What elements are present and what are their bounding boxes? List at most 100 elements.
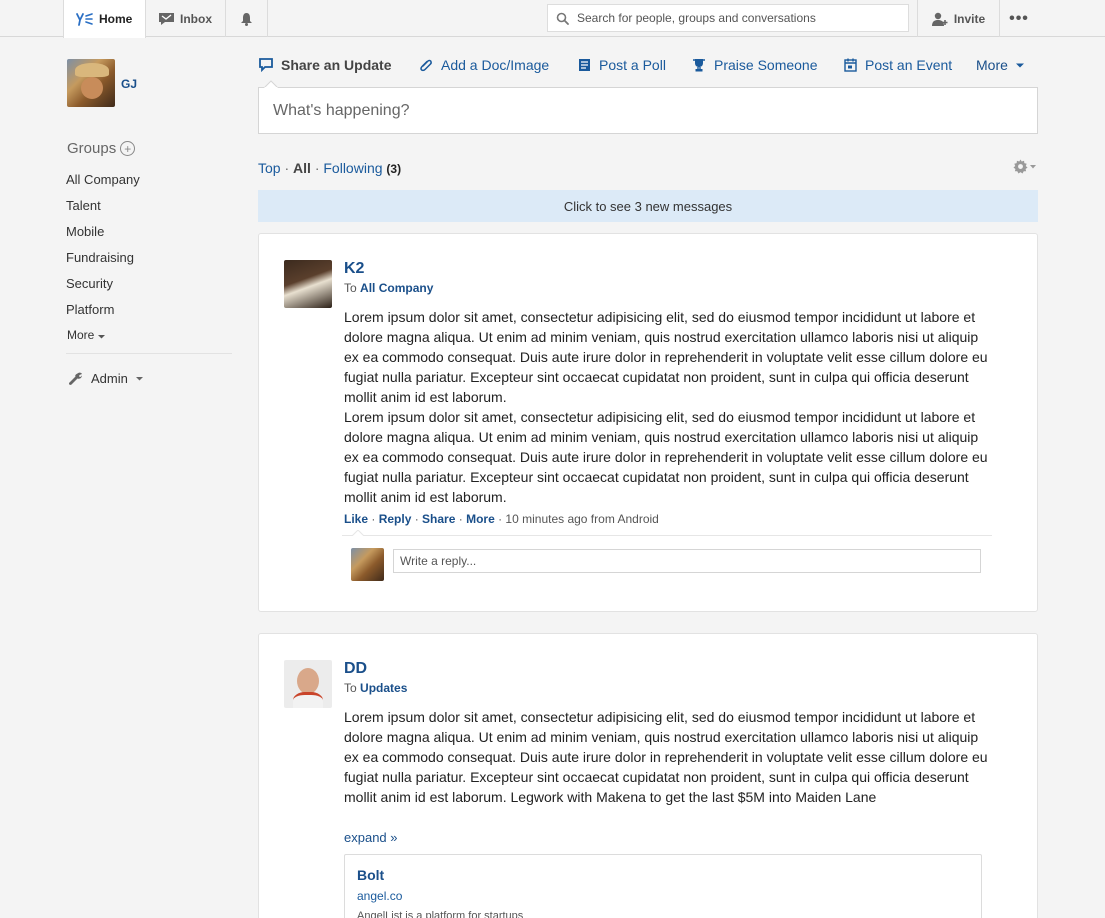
feed-post: K2 To All Company Lorem ipsum dolor sit … xyxy=(258,233,1038,612)
feed-filter: Top · All · Following (3) xyxy=(258,160,401,176)
group-list: All Company Talent Mobile Fundraising Se… xyxy=(66,170,140,326)
wrench-icon xyxy=(68,372,82,385)
post-recipient: To Updates xyxy=(344,681,407,695)
feed-post: DD To Updates Lorem ipsum dolor sit amet… xyxy=(258,633,1038,918)
caret-down-icon xyxy=(97,335,105,339)
filter-following[interactable]: Following xyxy=(323,160,382,176)
calendar-icon xyxy=(844,58,857,72)
sidebar-item-mobile[interactable]: Mobile xyxy=(66,222,140,248)
post-body: Lorem ipsum dolor sit amet, consectetur … xyxy=(344,307,994,507)
like-link[interactable]: Like xyxy=(344,512,368,526)
tab-inbox[interactable]: Inbox xyxy=(146,0,226,37)
post-recipient: To All Company xyxy=(344,281,433,295)
poll-icon xyxy=(579,59,590,71)
post-to-prefix: To xyxy=(344,281,357,295)
caret-down-icon xyxy=(1015,63,1024,67)
sidebar-item-fundraising[interactable]: Fundraising xyxy=(66,248,140,274)
post-actions: Like · Reply · Share · More · 10 minutes… xyxy=(344,512,659,526)
tab-post-event-label: Post an Event xyxy=(865,57,953,73)
add-person-icon xyxy=(931,12,948,26)
paperclip-icon xyxy=(420,59,432,72)
reply-input[interactable] xyxy=(394,550,980,572)
share-link[interactable]: Share xyxy=(422,512,455,526)
attachment-description: AngelList is a platform for startups xyxy=(357,910,524,918)
groups-more-button[interactable]: More xyxy=(67,328,105,342)
top-navigation: Home Inbox Invite ••• xyxy=(0,0,1105,38)
publisher-box[interactable] xyxy=(258,87,1038,134)
following-count: (3) xyxy=(386,162,402,176)
tab-add-doc-label: Add a Doc/Image xyxy=(441,57,550,73)
avatar xyxy=(351,548,384,581)
avatar[interactable] xyxy=(284,660,332,708)
search-input[interactable] xyxy=(577,11,897,25)
gear-icon xyxy=(1013,159,1028,174)
more-dots-icon: ••• xyxy=(1009,9,1029,27)
publisher-pointer xyxy=(264,80,278,88)
speech-bubble-icon xyxy=(259,58,273,72)
groups-heading-label: Groups xyxy=(67,140,117,157)
bell-icon xyxy=(241,12,252,26)
post-body: Lorem ipsum dolor sit amet, consectetur … xyxy=(344,707,994,807)
avatar[interactable] xyxy=(284,260,332,308)
inbox-icon xyxy=(159,13,174,25)
attachment-url[interactable]: angel.co xyxy=(357,889,402,903)
expand-link[interactable]: expand » xyxy=(344,830,398,845)
search-box[interactable] xyxy=(547,4,909,32)
post-group-link[interactable]: Updates xyxy=(360,681,407,695)
tab-home[interactable]: Home xyxy=(63,0,146,38)
post-timestamp: 10 minutes ago from Android xyxy=(505,512,659,526)
search-icon xyxy=(556,12,569,25)
reply-row xyxy=(342,530,992,582)
tab-praise[interactable]: Praise Someone xyxy=(692,57,818,73)
invite-label: Invite xyxy=(953,11,986,26)
reply-link[interactable]: Reply xyxy=(379,512,412,526)
more-link[interactable]: More xyxy=(466,512,495,526)
sidebar-divider xyxy=(66,353,232,354)
user-name[interactable]: GJ xyxy=(121,77,137,91)
post-author[interactable]: DD xyxy=(344,660,367,678)
sidebar-item-security[interactable]: Security xyxy=(66,274,140,300)
new-messages-banner[interactable]: Click to see 3 new messages xyxy=(258,190,1038,222)
filter-separator: · xyxy=(284,160,294,176)
yammer-logo-icon xyxy=(76,13,93,26)
current-user[interactable]: GJ xyxy=(67,59,137,107)
avatar[interactable] xyxy=(67,59,115,107)
new-messages-label: Click to see 3 new messages xyxy=(563,198,733,214)
groups-more-label: More xyxy=(67,328,95,342)
post-author[interactable]: K2 xyxy=(344,260,364,278)
more-menu-button[interactable]: ••• xyxy=(1001,0,1037,37)
publisher-more-label: More xyxy=(976,57,1008,73)
caret-down-icon xyxy=(1030,164,1036,168)
tab-share-update-label: Share an Update xyxy=(281,57,392,73)
post-to-prefix: To xyxy=(344,681,357,695)
publisher-more-button[interactable]: More xyxy=(976,57,1024,73)
post-paragraph: Lorem ipsum dolor sit amet, consectetur … xyxy=(344,709,988,805)
feed-settings-button[interactable] xyxy=(1013,159,1036,174)
invite-button[interactable]: Invite xyxy=(917,0,1000,37)
sidebar-item-all-company[interactable]: All Company xyxy=(66,170,140,196)
sidebar-item-talent[interactable]: Talent xyxy=(66,196,140,222)
tab-post-poll-label: Post a Poll xyxy=(599,57,666,73)
groups-heading: Groups + xyxy=(67,140,136,157)
reply-box[interactable] xyxy=(393,549,981,573)
filter-all[interactable]: All xyxy=(293,160,311,176)
tab-post-poll[interactable]: Post a Poll xyxy=(578,57,666,73)
post-paragraph: Lorem ipsum dolor sit amet, consectetur … xyxy=(344,409,988,505)
update-input[interactable] xyxy=(259,88,1037,133)
add-group-icon[interactable]: + xyxy=(120,141,136,156)
notifications-button[interactable] xyxy=(226,0,268,37)
tab-add-doc[interactable]: Add a Doc/Image xyxy=(419,57,549,73)
post-group-link[interactable]: All Company xyxy=(360,281,433,295)
reply-pointer xyxy=(352,530,364,536)
tab-share-update[interactable]: Share an Update xyxy=(259,57,391,73)
sidebar-item-platform[interactable]: Platform xyxy=(66,300,140,326)
admin-label: Admin xyxy=(91,371,128,386)
tab-home-label: Home xyxy=(99,12,133,26)
tab-inbox-label: Inbox xyxy=(180,11,212,26)
tab-post-event[interactable]: Post an Event xyxy=(844,57,952,73)
attachment-title[interactable]: Bolt xyxy=(357,867,384,883)
filter-top[interactable]: Top xyxy=(258,160,281,176)
tab-praise-label: Praise Someone xyxy=(714,57,818,73)
admin-menu[interactable]: Admin xyxy=(68,371,143,386)
link-attachment[interactable]: Bolt angel.co AngelList is a platform fo… xyxy=(344,854,982,918)
